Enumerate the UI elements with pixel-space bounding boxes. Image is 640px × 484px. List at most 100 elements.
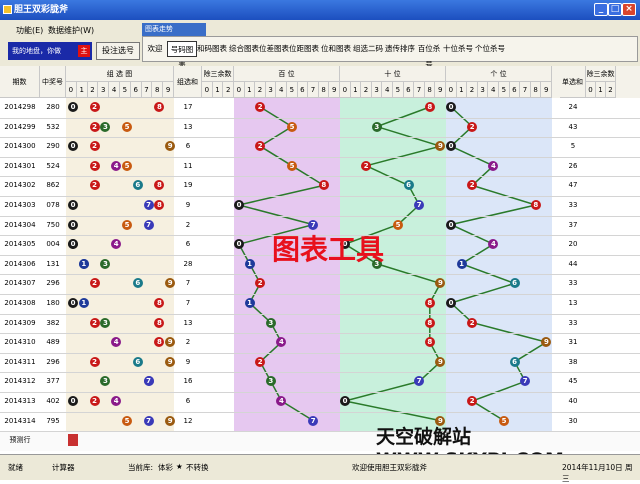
status-bar: 就绪 计算器 当前库: 体彩 ★ 不转换 欢迎使用胆王双彩胧斧 2014年11月… xyxy=(0,454,640,483)
forecast-marker[interactable] xyxy=(68,434,78,447)
row-prize: 489 xyxy=(46,338,60,347)
promo-panel: 我的地盘，你做 主 投注选号 xyxy=(8,42,140,62)
tab-1[interactable]: 号码图表 xyxy=(167,41,197,70)
tab-6[interactable]: 位和图表 xyxy=(321,41,351,57)
row-divider xyxy=(0,411,640,413)
group-ball: 2 xyxy=(89,356,100,367)
digit-head-units: 4 xyxy=(488,82,499,98)
row-period: 2014310 xyxy=(4,338,36,347)
row-group-sum: 13 xyxy=(183,122,193,131)
group-ball: 7 xyxy=(143,219,154,230)
header-units: 个 位 xyxy=(446,66,552,82)
group-ball: 2 xyxy=(89,317,100,328)
digit-head-tens: 1 xyxy=(350,82,362,98)
tab-3[interactable]: 综合图表 xyxy=(229,41,259,57)
tab-11[interactable]: 个位杀号 xyxy=(475,41,505,57)
header-mod3: 除三余数 xyxy=(202,66,234,82)
chart-group-label: 图表走势 xyxy=(142,23,206,36)
group-ball: 8 xyxy=(154,317,165,328)
convert-status: 不转换 xyxy=(186,463,209,472)
group-ball: 4 xyxy=(111,160,122,171)
digit-head-mod3: 2 xyxy=(223,82,235,98)
digit-head-tens: 2 xyxy=(361,82,372,98)
tab-5[interactable]: 位距图表 xyxy=(289,41,319,57)
row-prize: 862 xyxy=(46,181,60,190)
digit-head-hundreds: 8 xyxy=(318,82,330,98)
row-group-sum: 6 xyxy=(185,240,191,249)
row-period: 2014308 xyxy=(4,299,36,307)
promo-text: 我的地盘，你做 xyxy=(12,47,61,55)
group-ball: 0 xyxy=(68,298,78,308)
hundreds-ball: 3 xyxy=(265,317,276,328)
row-group-sum: 9 xyxy=(185,357,191,366)
row-single-sum: 5 xyxy=(570,142,576,151)
hundreds-ball: 1 xyxy=(244,258,255,269)
row-prize: 078 xyxy=(46,201,60,209)
row-divider xyxy=(0,215,640,217)
group-ball: 3 xyxy=(100,317,111,328)
row-divider xyxy=(0,176,640,178)
minimize-button[interactable]: _ xyxy=(594,3,608,16)
row-single-sum: 24 xyxy=(568,103,578,111)
digit-head-group: 1 xyxy=(76,82,88,98)
row-prize: 532 xyxy=(46,122,60,131)
bet-select-button[interactable]: 投注选号 xyxy=(96,42,140,60)
tab-0[interactable]: 欢迎 xyxy=(145,41,165,57)
group-ball: 2 xyxy=(89,121,100,132)
status-date: 2014年11月10日 周三 xyxy=(562,463,633,483)
tab-10[interactable]: 十位杀号 xyxy=(443,41,473,57)
tab-7[interactable]: 组选二码 xyxy=(353,41,383,57)
digit-head-tens: 7 xyxy=(414,82,425,98)
digit-head-units: 7 xyxy=(520,82,531,98)
units-ball: 1 xyxy=(456,258,467,269)
row-single-sum: 13 xyxy=(568,299,578,307)
row-group-sum: 17 xyxy=(183,103,193,111)
group-ball: 1 xyxy=(78,298,89,308)
row-prize: 180 xyxy=(46,299,60,307)
digit-head-hundreds: 4 xyxy=(276,82,287,98)
digit-head-units: 1 xyxy=(456,82,468,98)
row-period: 2014312 xyxy=(4,377,36,386)
row-group-sum: 6 xyxy=(185,142,191,151)
units-ball: 6 xyxy=(509,356,520,367)
digit-head-tens: 3 xyxy=(371,82,383,98)
group-ball: 9 xyxy=(165,356,176,367)
row-group-sum: 19 xyxy=(183,181,193,190)
digit-head-group: 8 xyxy=(152,82,164,98)
digit-head-group: 6 xyxy=(130,82,142,98)
hundreds-ball: 5 xyxy=(287,121,297,132)
hundreds-ball: 7 xyxy=(308,415,319,426)
tab-4[interactable]: 位差图表 xyxy=(259,41,289,57)
row-divider xyxy=(0,392,640,393)
digit-head-hundreds: 5 xyxy=(287,82,298,98)
digit-head-units: 0 xyxy=(446,82,457,98)
tens-ball: 8 xyxy=(424,317,435,328)
row-group-sum: 7 xyxy=(185,279,191,288)
group-ball: 3 xyxy=(100,121,111,132)
row-divider xyxy=(0,352,640,354)
tab-9[interactable]: 百位杀号 xyxy=(415,41,443,69)
menu-function[interactable]: 功能(E) xyxy=(16,25,43,36)
tab-8[interactable]: 遗传排序 xyxy=(385,41,415,57)
row-prize: 402 xyxy=(46,397,60,405)
units-ball: 8 xyxy=(530,200,541,210)
tens-ball: 0 xyxy=(340,396,350,406)
group-ball: 2 xyxy=(89,102,100,112)
overlay-title: 图表工具 xyxy=(272,233,385,266)
calculator-button[interactable]: 计算器 xyxy=(52,462,75,473)
row-period: 2014313 xyxy=(4,397,36,405)
row-prize: 382 xyxy=(46,318,60,327)
menu-data-maintenance[interactable]: 数据维护(W) xyxy=(48,25,94,36)
units-ball: 0 xyxy=(446,102,456,112)
forecast-label: 预测行 xyxy=(9,436,31,445)
maximize-button[interactable]: □ xyxy=(608,3,622,16)
digit-head-hundreds: 6 xyxy=(297,82,309,98)
tab-2[interactable]: 和码图表 xyxy=(197,41,227,57)
row-prize: 296 xyxy=(46,357,60,366)
units-ball: 0 xyxy=(446,219,456,230)
group-ball: 2 xyxy=(89,160,100,171)
tens-ball: 8 xyxy=(424,298,435,308)
units-ball: 0 xyxy=(446,298,456,308)
row-prize: 131 xyxy=(46,259,60,268)
close-button[interactable]: × xyxy=(622,3,636,16)
